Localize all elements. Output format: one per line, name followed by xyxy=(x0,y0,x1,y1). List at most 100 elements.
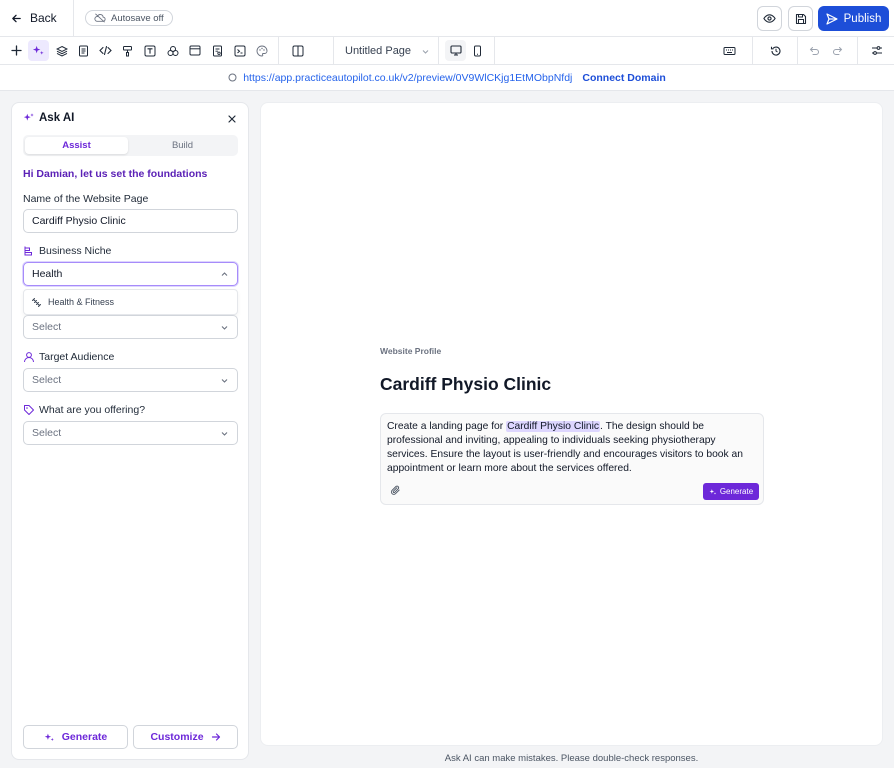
add-element-button[interactable] xyxy=(6,40,27,61)
greeting-text: Hi Damian, let us set the foundations xyxy=(23,168,208,180)
business-niche-value: Health xyxy=(32,268,63,280)
business-niche-label-text: Business Niche xyxy=(39,245,112,257)
save-button[interactable] xyxy=(788,6,813,31)
palette-icon xyxy=(256,45,267,56)
offering-select[interactable]: Select xyxy=(23,421,238,445)
history-button[interactable] xyxy=(765,40,786,61)
website-profile-title: Cardiff Physio Clinic xyxy=(380,374,552,394)
pages-button[interactable] xyxy=(73,40,94,61)
prompt-generate-label: Generate xyxy=(719,487,754,496)
document-icon xyxy=(79,45,88,56)
dumbbell-icon xyxy=(32,297,41,307)
editor-toolbar: Untitled Page xyxy=(0,37,894,65)
page-name-input[interactable]: Cardiff Physio Clinic xyxy=(23,209,238,233)
undo-button[interactable] xyxy=(804,40,825,61)
close-panel-button[interactable] xyxy=(227,114,237,124)
monitor-icon xyxy=(449,45,462,56)
top-bar: Back Autosave off Publish xyxy=(0,0,894,37)
split-view-button[interactable] xyxy=(287,40,308,61)
code-icon xyxy=(99,45,112,56)
mobile-view-button[interactable] xyxy=(467,40,488,61)
customize-button[interactable]: Customize xyxy=(133,725,238,749)
chevron-down-icon xyxy=(221,378,228,383)
forms-button[interactable] xyxy=(207,40,228,61)
panel-title-text: Ask AI xyxy=(39,112,75,124)
tab-build[interactable]: Build xyxy=(131,137,234,154)
redo-button[interactable] xyxy=(827,40,848,61)
media-button[interactable] xyxy=(229,40,250,61)
sparkles-icon xyxy=(44,733,54,741)
theme-button[interactable] xyxy=(251,40,272,61)
prompt-highlight: Cardiff Physio Clinic xyxy=(506,421,601,432)
text-box-icon xyxy=(144,45,155,56)
code-button[interactable] xyxy=(95,40,116,61)
preview-url-bar: https://app.practiceautopilot.co.uk/v2/p… xyxy=(0,65,894,91)
panel-tabs: Assist Build xyxy=(23,135,238,156)
chevron-down-icon xyxy=(221,325,228,330)
attach-button[interactable] xyxy=(390,485,401,496)
styles-button[interactable] xyxy=(117,40,138,61)
toolbar-divider xyxy=(752,37,753,65)
tab-assist[interactable]: Assist xyxy=(25,137,128,154)
tag-icon xyxy=(24,405,34,415)
niche-option-health-fitness[interactable]: Health & Fitness xyxy=(23,289,238,315)
desktop-view-button[interactable] xyxy=(445,40,466,61)
generate-label: Generate xyxy=(61,731,108,743)
page-name-label-text: Name of the Website Page xyxy=(23,193,149,205)
sparkles-icon xyxy=(23,113,34,121)
form-icon xyxy=(213,45,222,56)
ask-ai-button[interactable] xyxy=(28,40,49,61)
history-icon xyxy=(770,46,781,56)
eye-icon xyxy=(763,14,776,23)
ai-prompt-box[interactable]: Create a landing page for Cardiff Physio… xyxy=(380,413,764,505)
smartphone-icon xyxy=(474,45,481,56)
prompt-generate-button[interactable]: Generate xyxy=(703,483,759,500)
layers-button[interactable] xyxy=(51,40,72,61)
sitemap-icon xyxy=(24,246,32,256)
publish-label: Publish xyxy=(843,12,882,25)
save-icon xyxy=(795,13,806,24)
settings-button[interactable] xyxy=(866,40,887,61)
hidden-field-placeholder: Select xyxy=(32,321,62,333)
preview-url-link[interactable]: https://app.practiceautopilot.co.uk/v2/p… xyxy=(243,72,572,84)
status-circle-icon xyxy=(228,73,237,82)
paperclip-icon xyxy=(391,485,400,495)
offering-label-text: What are you offering? xyxy=(39,404,146,416)
generate-button[interactable]: Generate xyxy=(23,725,128,749)
prompt-text[interactable]: Create a landing page for Cardiff Physio… xyxy=(387,420,757,476)
components-button[interactable] xyxy=(162,40,183,61)
page-selector[interactable]: Untitled Page xyxy=(345,42,430,60)
user-icon xyxy=(24,352,34,363)
preview-button[interactable] xyxy=(757,6,782,31)
publish-button[interactable]: Publish xyxy=(818,6,889,31)
offering-label: What are you offering? xyxy=(23,404,145,416)
sparkles-icon xyxy=(709,488,716,495)
toolbar-divider xyxy=(438,37,439,65)
target-audience-select[interactable]: Select xyxy=(23,368,238,392)
business-niche-select[interactable]: Health xyxy=(23,262,238,286)
back-button[interactable]: Back xyxy=(0,0,74,36)
website-profile-label: Website Profile xyxy=(380,346,442,356)
text-button[interactable] xyxy=(139,40,160,61)
sections-button[interactable] xyxy=(184,40,205,61)
close-icon xyxy=(228,115,236,123)
layers-icon xyxy=(55,45,68,56)
shapes-icon xyxy=(167,45,178,56)
autosave-toggle[interactable]: Autosave off xyxy=(85,10,173,26)
arrow-right-icon xyxy=(211,733,220,741)
customize-label: Customize xyxy=(150,731,204,743)
send-icon xyxy=(826,12,838,25)
back-label: Back xyxy=(30,11,57,25)
cloud-off-icon xyxy=(94,13,106,23)
offering-placeholder: Select xyxy=(32,427,62,439)
connect-domain-link[interactable]: Connect Domain xyxy=(582,72,665,84)
paint-roller-icon xyxy=(123,45,132,56)
page-selector-label: Untitled Page xyxy=(345,45,412,57)
chevron-up-icon xyxy=(221,271,228,276)
chevron-down-icon xyxy=(221,431,228,436)
page-canvas: Website Profile Cardiff Physio Clinic Cr… xyxy=(260,102,883,746)
keyboard-shortcuts-button[interactable] xyxy=(719,40,740,61)
hidden-field-select[interactable]: Select xyxy=(23,315,238,339)
keyboard-icon xyxy=(723,46,736,55)
panel-title: Ask AI xyxy=(23,112,74,124)
